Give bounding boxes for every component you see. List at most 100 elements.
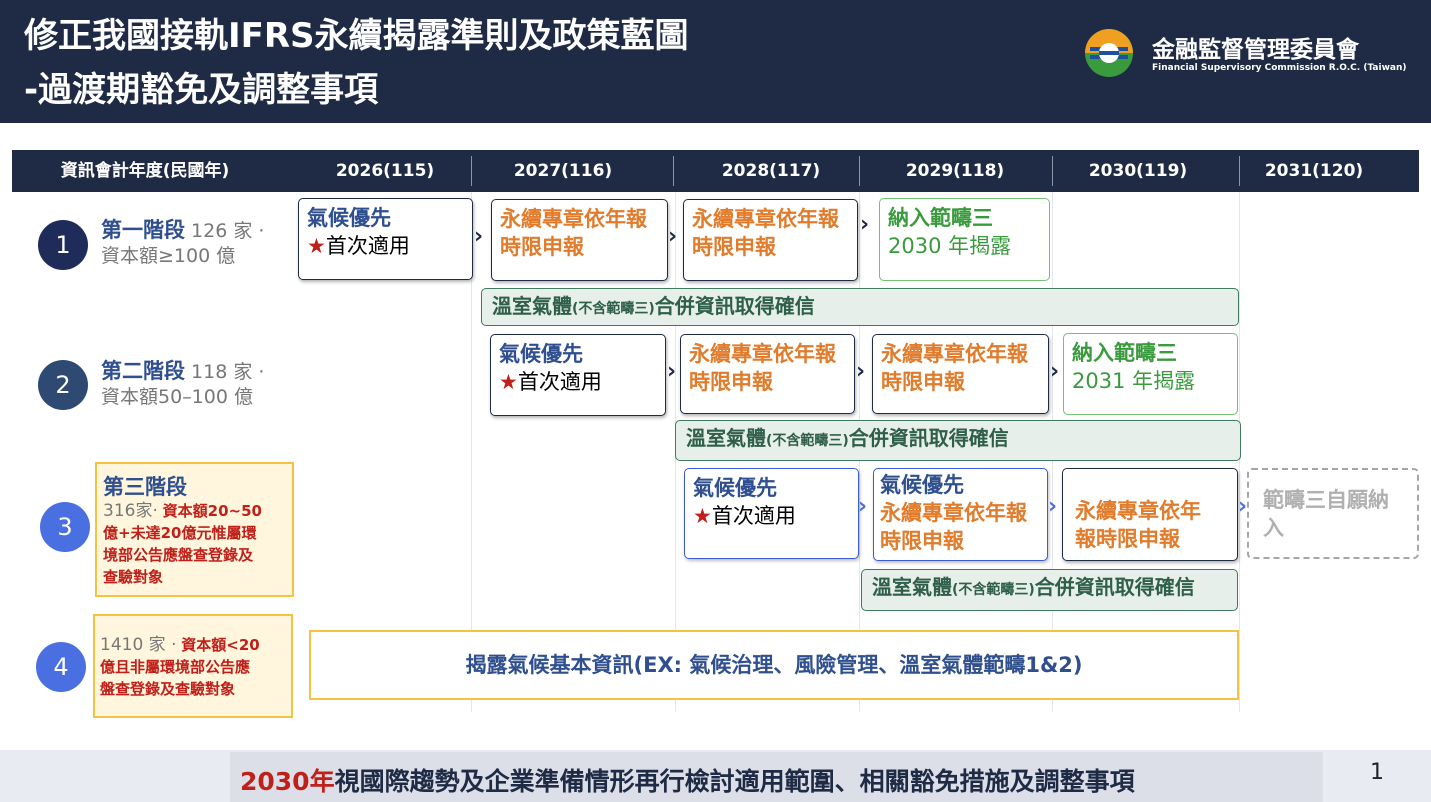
stage3-voluntary-scope3-box: 範疇三自願納 入 [1247,468,1419,559]
stage1-sustain-2027-box: 永續專章依年報 時限申報 [491,199,668,281]
year-2030: 2030(119) [1088,161,1188,181]
ghg-text-2: 合併資訊取得確信 [848,426,1009,450]
stage-1-label: 第一階段 126 家 · 資本額≥100 億 [101,218,264,269]
page-number: 1 [1370,760,1384,785]
stage-4-count: 1410 家 · [100,635,177,655]
ghg-text-1: 溫室氣體 [872,575,952,599]
climate-first-text: 氣候優先 [499,342,583,366]
ghg-text-2: 合併資訊取得確信 [1034,575,1195,599]
ghg-small-text: (不含範疇三) [766,433,849,449]
stage3-ghg-assurance-bar: 溫室氣體(不含範疇三)合併資訊取得確信 [861,569,1238,611]
year-divider [471,156,472,186]
chevron-right-icon: › [858,494,868,519]
stage-1-name: 第一階段 [101,218,185,242]
stage2-sustain-2028-box: 永續專章依年報 時限申報 [680,334,855,414]
stage2-sustain-2029-box: 永續專章依年報 時限申報 [872,334,1049,414]
scope3-year-text: 2031 年揭露 [1072,369,1196,393]
stage-3-name: 第三階段 [103,475,187,499]
stage2-scope3-box: 納入範疇三 2031 年揭露 [1063,333,1238,415]
star-icon: ★ [693,504,712,528]
sustain3-text-l2: 報時限申報 [1075,527,1180,551]
stage3-sustain-2030-box: 永續專章依年 報時限申報 [1062,468,1238,561]
page-title-line1: 修正我國接軌IFRS永續揭露準則及政策藍圖 [24,16,689,56]
stage-2-label: 第二階段 118 家 · 資本額50–100 億 [101,359,264,410]
stage1-ghg-assurance-bar: 溫室氣體(不含範疇三)合併資訊取得確信 [481,288,1239,326]
stage3-climate-sustain-box: 氣候優先 永續專章依年報 時限申報 [873,468,1048,561]
star-icon: ★ [499,370,518,394]
disclose-basic-climate-info-bar: 揭露氣候基本資訊(EX: 氣候治理、風險管理、溫室氣體範疇1&2) [309,630,1239,700]
year-divider [859,156,860,186]
sustain-text-l2: 時限申報 [689,370,773,394]
year-2026: 2026(115) [335,161,435,181]
stage-3-detail-4: 查驗對象 [103,568,164,586]
stage-3-label: 第三階段 316家· 資本額20~50 億+未達20億元惟屬環 境部公告應盤查登… [95,462,294,597]
stage-4-label: 1410 家 · 資本額<20 億且非屬環境部公告應 盤查登錄及查驗對象 [93,614,293,718]
page-title-line2: -過渡期豁免及調整事項 [24,70,379,110]
scope3-year-text: 2030 年揭露 [888,234,1012,258]
stage-2-detail: 資本額50–100 億 [101,386,253,408]
ghg-text-2: 合併資訊取得確信 [654,294,815,318]
first-apply-text: 首次適用 [711,504,796,528]
footer-year: 2030年 [240,767,335,796]
stage-4-circle: 4 [36,642,86,692]
stage-4-detail-2: 億且非屬環境部公告應 [100,658,251,676]
stage-3-detail-1: 資本額20~50 [162,502,262,520]
stage2-climate-first-box: 氣候優先 ★首次適用 [490,334,666,416]
sustain-text-l2: 時限申報 [500,235,584,259]
sustain-text-l2: 時限申報 [881,370,965,394]
chevron-right-icon: › [860,212,870,237]
first-apply-text: 首次適用 [517,370,602,394]
ghg-text-1: 溫室氣體 [686,426,766,450]
stage-1-count: 126 家 · [191,220,265,242]
scope3-text: 納入範疇三 [888,206,993,230]
sustain-text-l1: 永續專章依年報 [881,342,1028,366]
org-name-zh: 金融監督管理委員會 [1152,37,1359,63]
chevron-right-icon: › [1050,359,1060,384]
stage-2-name: 第二階段 [101,359,185,383]
chevron-right-icon: › [474,224,484,249]
sustain-text-l2: 時限申報 [880,529,964,553]
ghg-small-text: (不含範疇三) [572,301,655,317]
sustain-text-l1: 永續專章依年報 [880,501,1027,525]
stage1-climate-first-box: 氣候優先 ★首次適用 [298,198,473,280]
climate-first-text: 氣候優先 [880,473,964,497]
stage2-ghg-assurance-bar: 溫室氣體(不含範疇三)合併資訊取得確信 [675,420,1241,461]
org-name-en: Financial Supervisory Commission R.O.C. … [1152,63,1407,73]
year-2027: 2027(116) [513,161,613,181]
voluntary-text-l1: 範疇三自願納 [1263,488,1389,512]
sustain-text-l1: 永續專章依年報 [500,207,647,231]
stage-1-detail: 資本額≥100 億 [101,245,236,267]
footer-note-text: 視國際趨勢及企業準備情形再行檢討適用範圍、相關豁免措施及調整事項 [334,767,1135,796]
stage-1-circle: 1 [38,220,88,270]
year-2028: 2028(117) [721,161,821,181]
stage-4-detail-1: 資本額<20 [181,636,260,654]
stage-3-detail-2: 億+未達20億元惟屬環 [103,524,257,542]
sustain-text-l1: 永續專章依年報 [692,207,839,231]
scope3-text: 納入範疇三 [1072,341,1177,365]
voluntary-text-l2: 入 [1263,516,1284,540]
climate-first-text: 氣候優先 [693,476,777,500]
ghg-text-1: 溫室氣體 [492,294,572,318]
first-apply-text: 首次適用 [325,234,410,258]
sustain-text-l2: 時限申報 [692,235,776,259]
sustain-text-l1: 永續專章依年報 [689,342,836,366]
chevron-right-icon: › [1238,494,1248,519]
fsc-logo-icon [1085,29,1133,77]
sustain3-text-l1: 永續專章依年 [1075,499,1201,523]
stage3-climate-first-box: 氣候優先 ★首次適用 [684,468,859,559]
climate-first-text: 氣候優先 [307,206,391,230]
chevron-right-icon: › [856,359,866,384]
ghg-small-text: (不含範疇三) [952,582,1035,598]
star-icon: ★ [307,234,326,258]
stage-4-detail-3: 盤查登錄及查驗對象 [100,680,236,698]
stage1-sustain-2028-box: 永續專章依年報 時限申報 [683,199,858,281]
timeline-label: 資訊會計年度(民國年) [60,161,230,181]
chevron-right-icon: › [1048,494,1058,519]
stage-2-circle: 2 [38,360,88,410]
stage-3-circle: 3 [40,502,90,552]
year-2031: 2031(120) [1264,161,1364,181]
chevron-right-icon: › [667,359,677,384]
footer-note: 2030年視國際趨勢及企業準備情形再行檢討適用範圍、相關豁免措施及調整事項 [240,762,1135,798]
chevron-right-icon: › [668,224,678,249]
year-2029: 2029(118) [905,161,1005,181]
